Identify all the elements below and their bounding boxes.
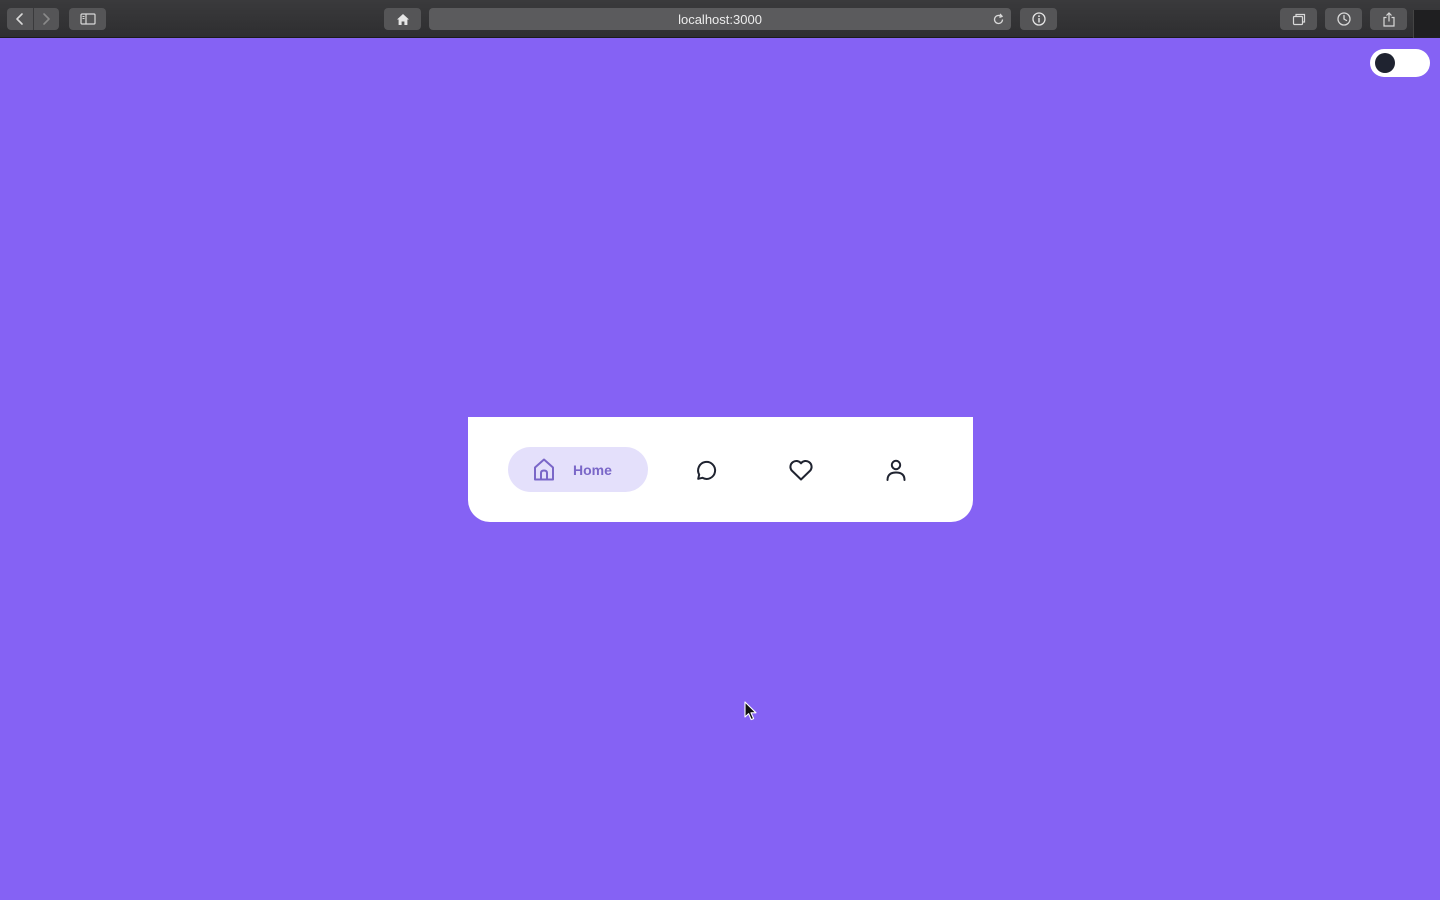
tabs-overview-button[interactable] [1280,8,1317,30]
nav-item-label: Home [573,461,612,478]
heart-icon [788,459,813,480]
mouse-cursor-icon [744,701,757,721]
chevron-left-icon [15,13,23,25]
back-button[interactable] [7,8,33,30]
share-icon [1382,11,1395,27]
nav-item-chat[interactable] [683,447,728,492]
chat-bubble-icon [696,460,716,480]
toggle-knob [1375,53,1395,73]
chevron-right-icon [43,13,51,25]
url-text: localhost:3000 [678,11,762,27]
nav-item-home[interactable]: Home [508,447,648,492]
share-button[interactable] [1370,8,1407,30]
info-icon [1031,12,1046,26]
bottom-nav-bar: Home [468,417,973,522]
theme-toggle[interactable] [1370,49,1430,77]
sidebar-button[interactable] [69,8,106,30]
clock-icon [1336,12,1351,26]
history-button[interactable] [1325,8,1362,30]
new-tab-button[interactable] [1413,10,1440,38]
nav-item-likes[interactable] [778,447,823,492]
info-button[interactable] [1020,8,1057,30]
tabs-icon [1292,13,1305,25]
user-icon [886,459,905,481]
reload-icon [993,13,1003,24]
nav-item-profile[interactable] [873,447,918,492]
sidebar-icon [79,13,96,25]
home-icon [534,458,554,481]
address-bar[interactable]: localhost:3000 [429,8,1011,30]
forward-button[interactable] [32,8,60,30]
history-nav-group [7,8,59,30]
browser-toolbar: localhost:3000 [0,0,1440,38]
home-icon [396,13,409,25]
reload-button[interactable] [990,11,1006,27]
home-button[interactable] [384,8,421,30]
